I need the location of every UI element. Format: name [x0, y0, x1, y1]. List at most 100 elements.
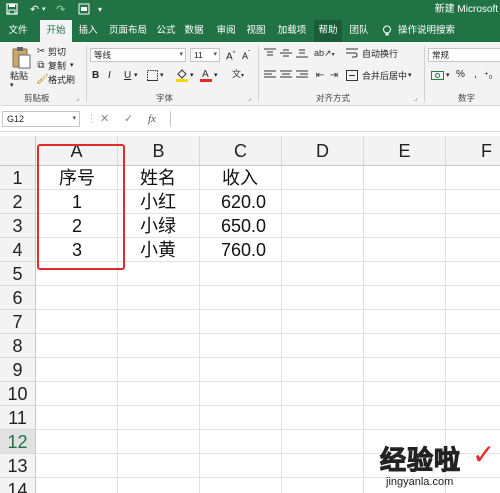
tab-addins[interactable]: 加载项	[276, 20, 308, 42]
redo-icon[interactable]: ↷	[56, 3, 65, 17]
row-header-6[interactable]: 6	[0, 286, 36, 310]
cut-button[interactable]: 剪切	[48, 46, 66, 58]
tab-help[interactable]: 帮助	[314, 20, 342, 42]
paste-icon[interactable]	[10, 46, 32, 69]
tab-team[interactable]: 团队	[346, 20, 372, 42]
align-center-icon[interactable]	[280, 70, 292, 84]
cell-b1[interactable]: 姓名	[140, 166, 200, 190]
increase-decimal-icon[interactable]: ⁺₀	[484, 69, 493, 81]
quick-access-menu-icon[interactable]: ▾	[98, 3, 102, 17]
underline-dropdown-icon[interactable]: ▾	[134, 70, 138, 82]
paste-dropdown-icon[interactable]: ▾	[10, 80, 14, 92]
merge-center-button[interactable]: 合并后居中	[362, 70, 407, 82]
row-header-8[interactable]: 8	[0, 334, 36, 358]
cut-icon[interactable]: ✂	[36, 46, 46, 58]
font-color-icon[interactable]: A	[200, 68, 212, 86]
row-header-12[interactable]: 12	[0, 430, 36, 454]
align-bottom-icon[interactable]	[296, 48, 308, 62]
cell-b3[interactable]: 小绿	[140, 214, 200, 238]
name-box[interactable]: G12 ▾	[2, 111, 80, 127]
increase-indent-icon[interactable]: ⇥	[328, 70, 340, 82]
tab-review[interactable]: 审阅	[214, 20, 238, 42]
tab-page-layout[interactable]: 页面布局	[106, 20, 150, 42]
orientation-icon[interactable]: ab↗▾	[314, 47, 335, 61]
undo-icon[interactable]: ↶	[30, 3, 39, 17]
column-header-c[interactable]: C	[200, 136, 282, 166]
tell-me-search[interactable]: 操作说明搜索	[398, 20, 458, 42]
row-header-7[interactable]: 7	[0, 310, 36, 334]
row-header-11[interactable]: 11	[0, 406, 36, 430]
align-top-icon[interactable]	[264, 48, 276, 62]
font-color-dropdown-icon[interactable]: ▾	[214, 70, 218, 82]
tab-formulas[interactable]: 公式	[154, 20, 178, 42]
font-size-select[interactable]: 11 ▾	[190, 48, 220, 62]
comma-style-icon[interactable]: ,	[474, 69, 477, 81]
percent-icon[interactable]: %	[456, 69, 465, 81]
merge-center-icon[interactable]	[346, 70, 358, 85]
copy-dropdown-icon[interactable]: ▾	[70, 60, 74, 72]
insert-function-icon[interactable]: fx	[148, 111, 156, 127]
format-painter-icon[interactable]: 🖌	[36, 74, 49, 86]
tab-view[interactable]: 视图	[244, 20, 268, 42]
align-right-icon[interactable]	[296, 70, 308, 84]
customize-icon[interactable]	[78, 3, 90, 19]
row-header-14[interactable]: 14	[0, 478, 36, 493]
merge-dropdown-icon[interactable]: ▾	[408, 70, 412, 82]
cell-c1[interactable]: 收入	[222, 166, 282, 190]
bold-icon[interactable]: B	[92, 70, 99, 82]
worksheet-grid[interactable]: A B C D E F 1 2 3 4 5 6 7 8 9 10 11 12 1…	[0, 132, 500, 493]
alignment-launcher-icon[interactable]: ⌟	[414, 94, 417, 102]
column-header-b[interactable]: B	[118, 136, 200, 166]
wrap-text-icon[interactable]	[346, 47, 358, 62]
row-header-13[interactable]: 13	[0, 454, 36, 478]
copy-button[interactable]: 复制	[48, 60, 66, 72]
align-left-icon[interactable]	[264, 70, 276, 84]
row-header-4[interactable]: 4	[0, 238, 36, 262]
undo-dropdown-icon[interactable]: ▾	[42, 3, 46, 17]
decrease-font-icon[interactable]: Aˇ	[242, 48, 250, 62]
row-header-5[interactable]: 5	[0, 262, 36, 286]
cell-c4[interactable]: 760.0	[200, 238, 272, 262]
row-header-1[interactable]: 1	[0, 166, 36, 190]
row-header-9[interactable]: 9	[0, 358, 36, 382]
tab-file[interactable]: 文件	[4, 20, 32, 42]
format-painter-button[interactable]: 格式刷	[48, 74, 75, 86]
italic-icon[interactable]: I	[108, 70, 111, 82]
accounting-format-icon[interactable]	[430, 70, 444, 85]
clipboard-group-label: 剪贴板	[24, 93, 50, 103]
column-header-d[interactable]: D	[282, 136, 364, 166]
tab-home[interactable]: 开始	[40, 20, 72, 42]
increase-font-icon[interactable]: A^	[226, 48, 236, 63]
row-header-2[interactable]: 2	[0, 190, 36, 214]
column-header-f[interactable]: F	[446, 136, 500, 166]
tab-insert[interactable]: 插入	[74, 20, 102, 42]
column-header-e[interactable]: E	[364, 136, 446, 166]
row-header-10[interactable]: 10	[0, 382, 36, 406]
row-header-3[interactable]: 3	[0, 214, 36, 238]
borders-dropdown-icon[interactable]: ▾	[160, 70, 164, 82]
cell-b4[interactable]: 小黄	[140, 238, 200, 262]
select-all-corner[interactable]	[0, 136, 36, 166]
font-name-select[interactable]: 等线 ▾	[90, 48, 186, 62]
accounting-dropdown-icon[interactable]: ▾	[446, 70, 450, 82]
enter-icon[interactable]: ✓	[124, 111, 133, 127]
number-format-select[interactable]: 常规	[428, 48, 500, 62]
cell-c3[interactable]: 650.0	[200, 214, 272, 238]
borders-icon[interactable]	[146, 70, 158, 85]
clipboard-launcher-icon[interactable]: ⌟	[76, 94, 79, 102]
copy-icon[interactable]: ⧉	[36, 60, 46, 72]
cancel-icon[interactable]: ✕	[100, 111, 109, 127]
wrap-text-button[interactable]: 自动换行	[362, 48, 398, 60]
align-middle-icon[interactable]	[280, 48, 292, 62]
tab-data[interactable]: 数据	[182, 20, 206, 42]
formula-input[interactable]	[170, 111, 500, 127]
underline-icon[interactable]: U	[124, 70, 131, 82]
save-icon[interactable]	[6, 3, 18, 19]
phonetic-icon[interactable]: 文▾	[226, 68, 250, 82]
cell-c2[interactable]: 620.0	[200, 190, 272, 214]
fill-color-icon[interactable]	[176, 68, 188, 86]
fill-color-dropdown-icon[interactable]: ▾	[190, 70, 194, 82]
decrease-indent-icon[interactable]: ⇤	[314, 70, 326, 82]
cell-b2[interactable]: 小红	[140, 190, 200, 214]
font-launcher-icon[interactable]: ⌟	[248, 94, 251, 102]
